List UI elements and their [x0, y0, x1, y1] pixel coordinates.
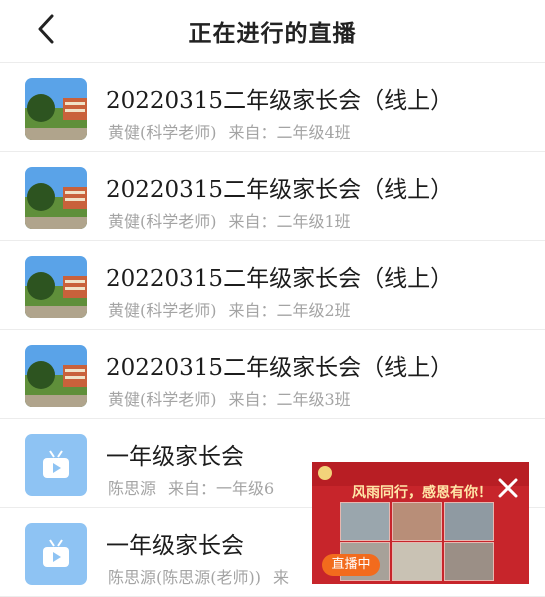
live-title: 20220315二年级家长会（线上）	[106, 177, 454, 203]
live-subtitle: 陈思源(陈思源(老师)) 来	[108, 564, 289, 588]
pip-slogan: 风雨同行，感恩有你！	[352, 485, 492, 501]
teacher-name: 黄健(科学老师)	[108, 212, 217, 231]
school-logo-icon	[318, 466, 332, 480]
live-thumbnail-image	[25, 78, 87, 140]
class-source: 来自：二年级3班	[228, 390, 351, 409]
teacher-name: 黄健(科学老师)	[108, 390, 217, 409]
top-nav-bar: 正在进行的直播	[0, 0, 545, 63]
class-source: 来自：二年级2班	[228, 301, 351, 320]
teacher-name: 黄健(科学老师)	[108, 301, 217, 320]
teacher-name: 黄健(科学老师)	[108, 123, 217, 142]
live-subtitle: 黄健(科学老师) 来自：二年级2班	[108, 297, 351, 321]
live-thumbnail-image	[25, 256, 87, 318]
live-subtitle: 黄健(科学老师) 来自：二年级4班	[108, 119, 351, 143]
live-badge[interactable]: 直播中	[322, 554, 380, 576]
live-subtitle: 陈思源 来自：一年级6	[108, 475, 274, 499]
teacher-name: 陈思源(陈思源(老师))	[108, 568, 261, 587]
live-title: 20220315二年级家长会（线上）	[106, 355, 454, 381]
live-title: 20220315二年级家长会（线上）	[106, 88, 454, 114]
live-thumbnail-image	[25, 167, 87, 229]
live-subtitle: 黄健(科学老师) 来自：二年级3班	[108, 386, 351, 410]
close-icon[interactable]	[496, 476, 520, 500]
page-title: 正在进行的直播	[188, 20, 357, 47]
class-source: 来自：一年级6	[168, 479, 275, 498]
teacher-name: 陈思源	[108, 479, 157, 498]
class-source: 来	[272, 568, 289, 587]
live-list-item[interactable]: 20220315二年级家长会（线上） 黄健(科学老师) 来自：二年级4班	[0, 63, 545, 152]
live-list-item[interactable]: 20220315二年级家长会（线上） 黄健(科学老师) 来自：二年级1班	[0, 152, 545, 241]
live-title: 一年级家长会	[106, 533, 244, 559]
live-thumbnail-image	[25, 345, 87, 407]
live-list-item[interactable]: 20220315二年级家长会（线上） 黄健(科学老师) 来自：二年级3班	[0, 330, 545, 419]
live-title: 20220315二年级家长会（线上）	[106, 266, 454, 292]
tv-icon	[25, 523, 87, 585]
floating-live-preview[interactable]: 风雨同行，感恩有你！ 直播中	[312, 462, 529, 584]
live-title: 一年级家长会	[106, 444, 244, 470]
tv-icon	[25, 434, 87, 496]
class-source: 来自：二年级1班	[228, 212, 351, 231]
live-subtitle: 黄健(科学老师) 来自：二年级1班	[108, 208, 351, 232]
live-list-item[interactable]: 20220315二年级家长会（线上） 黄健(科学老师) 来自：二年级2班	[0, 241, 545, 330]
class-source: 来自：二年级4班	[228, 123, 351, 142]
